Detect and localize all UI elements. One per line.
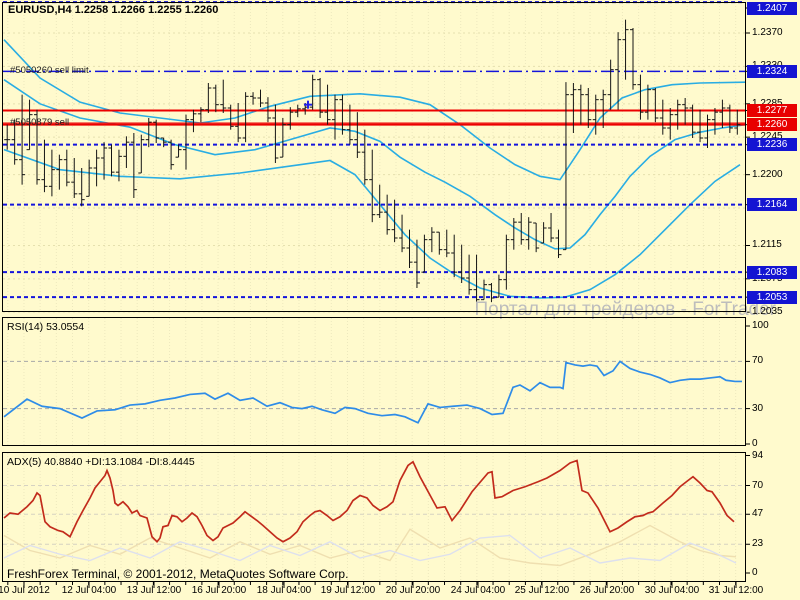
adx-panel[interactable] xyxy=(2,452,746,582)
rsi-panel[interactable] xyxy=(2,317,746,446)
chart-window: Портал для трейдеров - ForTrader EURUSD,… xyxy=(0,0,800,600)
price-panel[interactable] xyxy=(2,2,746,312)
